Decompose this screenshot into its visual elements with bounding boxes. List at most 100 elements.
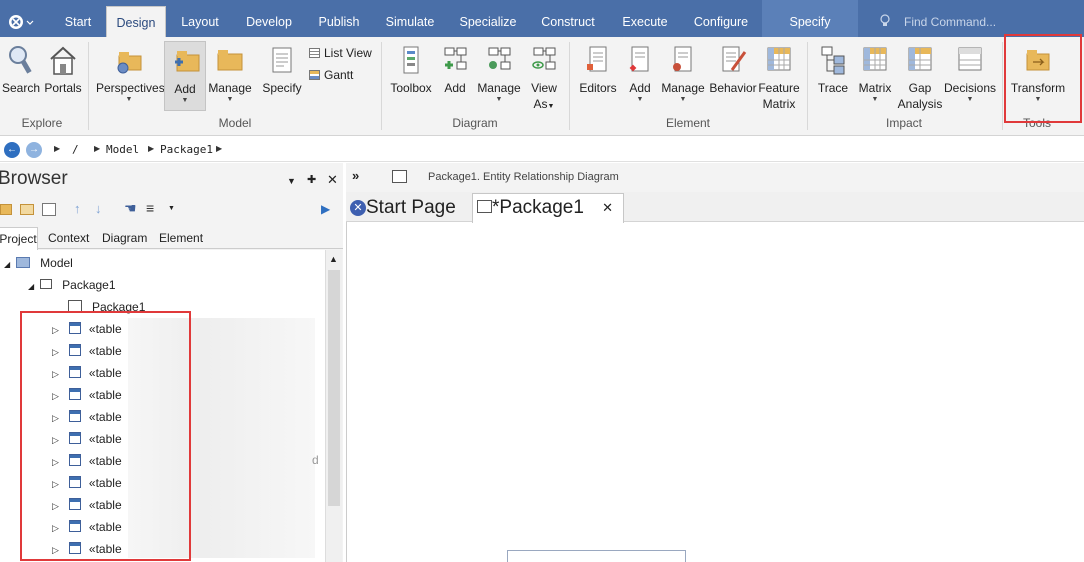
behavior-icon (722, 46, 747, 72)
tab-specify[interactable]: Specify (762, 0, 858, 37)
list-view-button[interactable]: List View (309, 46, 372, 60)
editors-button[interactable]: Editors (576, 44, 620, 96)
table-list-highlight-box (20, 311, 191, 561)
tab-specialize[interactable]: Specialize (452, 0, 524, 37)
decisions-button[interactable]: Decisions ▼ (944, 44, 996, 104)
start-page-tab[interactable]: ✕ Start Page (350, 196, 468, 222)
menu-lines-icon[interactable]: ≡ (146, 200, 154, 216)
collapse-triangle-icon[interactable]: ◢ (4, 260, 10, 269)
chevron-down-icon: ▼ (125, 96, 133, 103)
toolbox-button[interactable]: Toolbox (388, 44, 434, 96)
matrix-button[interactable]: Matrix ▼ (854, 44, 896, 104)
start-page-label: Start Page (366, 197, 456, 218)
add-diagram-label: Add (444, 81, 466, 95)
back-arrow-icon[interactable]: ← (4, 142, 20, 158)
expand-right-icon[interactable]: ▶ (321, 202, 330, 216)
impact-group-label: Impact (885, 116, 922, 130)
add-package-icon (175, 51, 200, 72)
tree-scrollbar[interactable]: ▲ (325, 250, 342, 562)
perspectives-button[interactable]: Perspectives ▼ (96, 44, 165, 104)
panel-menu-chevron-icon[interactable]: ▼ (287, 176, 296, 186)
chevron-down-icon: ▼ (226, 96, 234, 103)
tab-simulate[interactable]: Simulate (378, 0, 442, 37)
feature-matrix-button[interactable]: Feature Matrix (758, 44, 800, 112)
tab-configure[interactable]: Configure (686, 0, 756, 37)
magnifier-icon (9, 46, 32, 74)
specify-document-icon (272, 47, 292, 73)
title-menu-bar: Start Design Layout Develop Publish Simu… (0, 0, 1084, 37)
forward-arrow-icon[interactable]: → (26, 142, 42, 158)
gap-analysis-label-1: Gap (908, 81, 932, 95)
tab-diagram[interactable]: Diagram (102, 231, 147, 245)
behavior-button[interactable]: Behavior (708, 44, 758, 96)
gap-analysis-button[interactable]: Gap Analysis (897, 44, 943, 112)
tab-layout[interactable]: Layout (172, 0, 228, 37)
erd-diagram-icon (392, 170, 407, 183)
properties-icon[interactable]: ☚ (124, 200, 137, 217)
tab-element[interactable]: Element (159, 231, 203, 245)
trace-button[interactable]: Trace (814, 44, 852, 96)
find-command-input[interactable]: Find Command... (904, 15, 996, 29)
list-view-label: List View (324, 46, 372, 60)
tab-start[interactable]: Start (55, 0, 101, 37)
add-package-button[interactable]: Add ▼ (164, 41, 206, 111)
move-down-icon[interactable]: ↓ (95, 201, 102, 216)
new-package-icon[interactable] (0, 204, 12, 215)
chevron-down-icon: ▼ (181, 97, 189, 104)
tab-design[interactable]: Design (106, 6, 166, 37)
diagram-group-label: Diagram (452, 116, 498, 130)
tree-node-package[interactable]: ◢ Package1 (28, 274, 116, 296)
manage-element-button[interactable]: Manage ▼ (660, 44, 706, 104)
search-button[interactable]: Search (2, 44, 40, 96)
tab-execute[interactable]: Execute (614, 0, 676, 37)
specify-button[interactable]: Specify (259, 44, 305, 96)
gantt-button[interactable]: Gantt (309, 68, 353, 82)
manage-element-icon (673, 46, 692, 72)
manage-diagram-label: Manage (477, 81, 521, 95)
diagram-breadcrumb: Package1. Entity Relationship Diagram (428, 171, 619, 183)
behavior-label: Behavior (709, 81, 757, 95)
ea-logo-icon[interactable] (8, 13, 34, 31)
path-model-link[interactable]: Model (106, 143, 139, 156)
tab-project[interactable]: Project (0, 227, 38, 250)
list-view-icon (309, 48, 320, 58)
tab-context[interactable]: Context (48, 231, 89, 245)
pin-icon[interactable]: ✚ (307, 173, 316, 186)
view-as-button[interactable]: View As▼ (526, 44, 562, 115)
lightbulb-icon (880, 14, 890, 31)
diagram-panel (346, 163, 1084, 562)
close-panel-icon[interactable]: ✕ (327, 172, 338, 188)
add-label: Add (174, 82, 196, 96)
add-element-button[interactable]: Add ▼ (624, 44, 656, 104)
collapse-triangle-icon[interactable]: ◢ (28, 282, 34, 291)
package-icon (40, 279, 53, 289)
diagram-element-partial[interactable] (507, 550, 686, 562)
open-folder-icon[interactable] (20, 204, 34, 215)
package1-tab-label: *Package1 (492, 197, 584, 218)
scroll-up-icon[interactable]: ▲ (329, 254, 338, 264)
add-diagram-button[interactable]: Add (438, 44, 472, 96)
stray-text: d (312, 453, 319, 467)
add-diagram-icon (444, 47, 467, 70)
erd-diagram-icon (477, 200, 492, 213)
tab-develop[interactable]: Develop (238, 0, 300, 37)
close-tab-icon[interactable]: ✕ (602, 194, 613, 222)
package1-tab[interactable]: *Package1 ✕ (472, 193, 624, 223)
manage-diagram-button[interactable]: Manage ▼ (476, 44, 522, 104)
expand-left-icon[interactable]: » (352, 168, 359, 183)
tab-construct[interactable]: Construct (532, 0, 604, 37)
tree-node-model[interactable]: ◢ Model (4, 252, 73, 274)
new-diagram-icon[interactable] (42, 203, 56, 216)
view-as-label-1: View (531, 81, 557, 95)
path-separator: / (72, 143, 79, 156)
manage-model-button[interactable]: Manage ▼ (207, 44, 253, 104)
path-package-link[interactable]: Package1 (160, 143, 213, 156)
portals-label: Portals (44, 81, 82, 95)
tab-publish[interactable]: Publish (310, 0, 368, 37)
toolbox-icon (403, 46, 419, 74)
chevron-down-icon[interactable]: ▼ (168, 205, 175, 212)
decisions-icon (958, 47, 982, 71)
scroll-thumb[interactable] (328, 270, 340, 506)
portals-button[interactable]: Portals (42, 44, 84, 96)
move-up-icon[interactable]: ↑ (74, 201, 81, 216)
